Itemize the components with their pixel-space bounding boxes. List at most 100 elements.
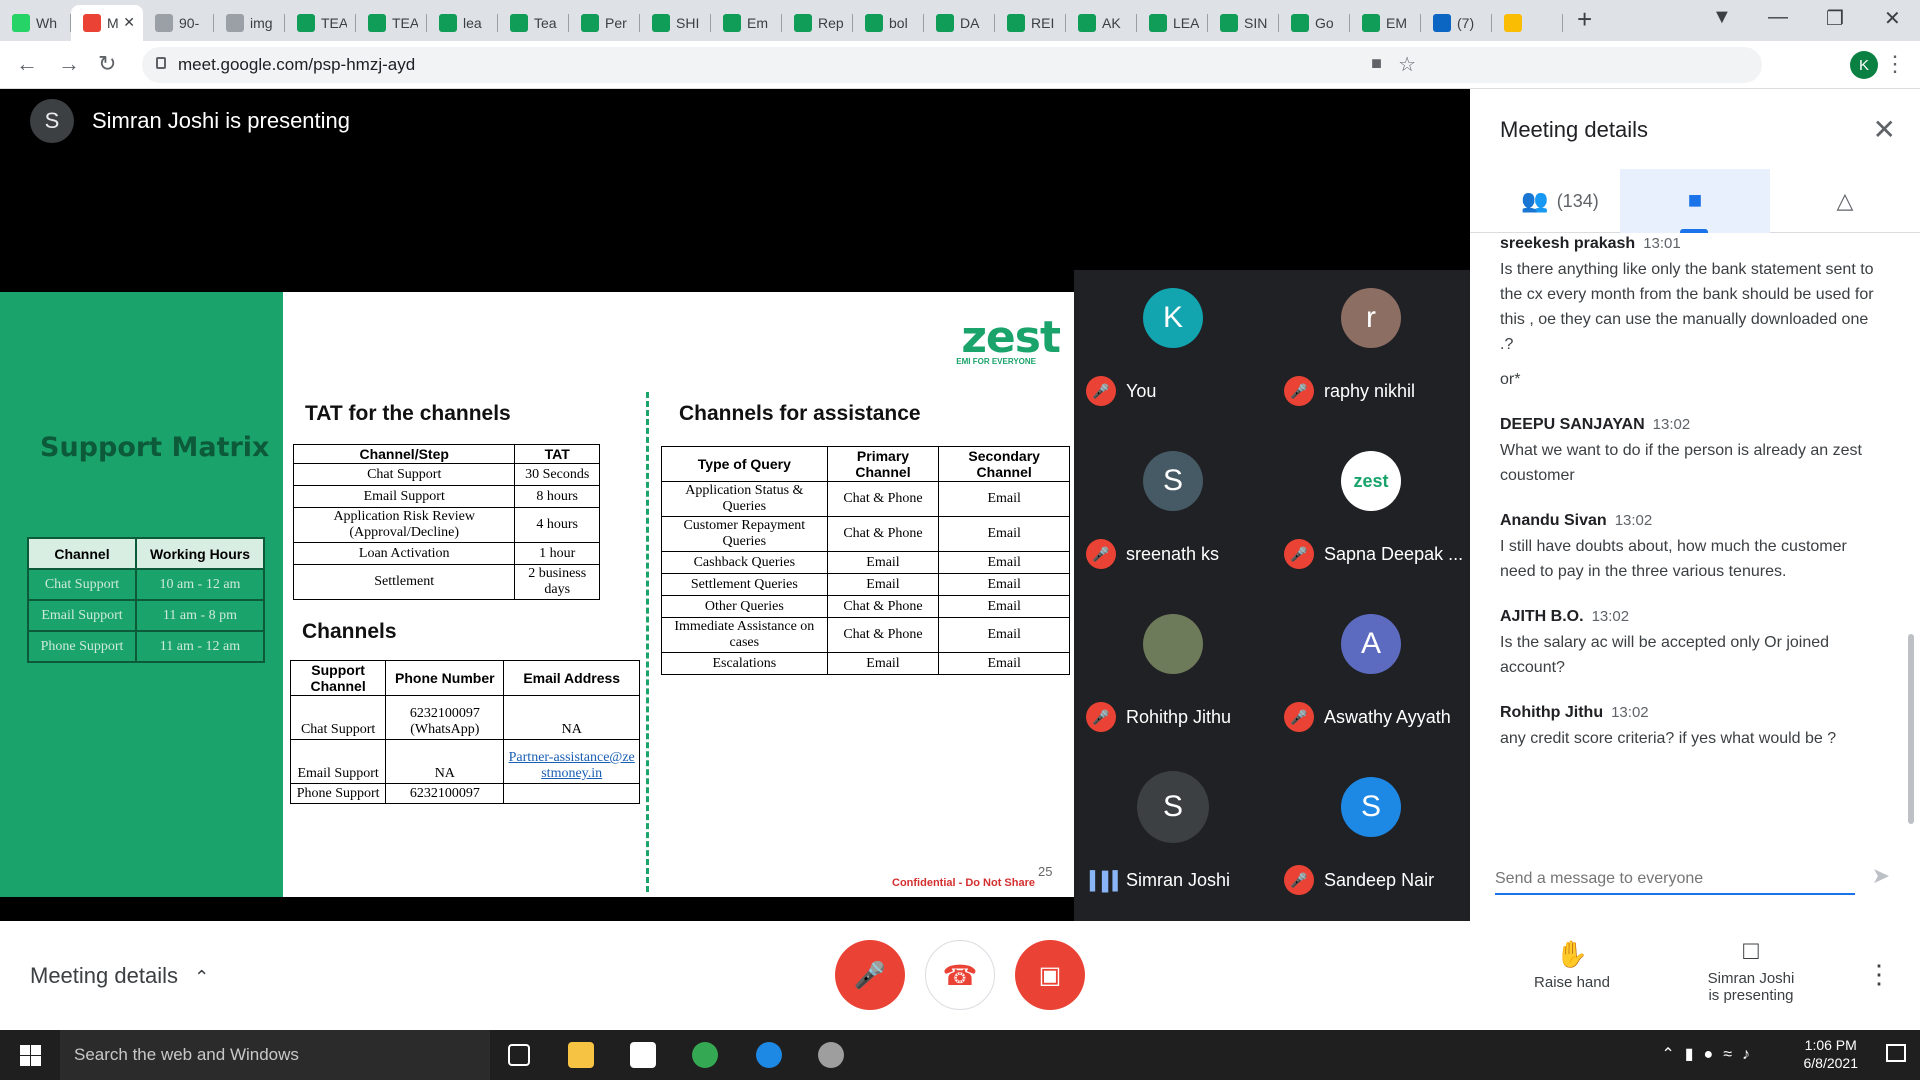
chat-author: Anandu Sivan xyxy=(1500,512,1607,529)
browser-tab[interactable]: lea xyxy=(427,5,498,41)
table-cell: Chat Support xyxy=(27,568,137,601)
participant-tile[interactable]: A 🎤 Aswathy Ayyath xyxy=(1272,596,1470,759)
participant-tile[interactable]: S 🎤 Sandeep Nair xyxy=(1272,759,1470,922)
participant-name: Simran Joshi xyxy=(1126,870,1231,890)
browser-tab[interactable]: (7) xyxy=(1421,5,1492,41)
browser-tab[interactable]: Go xyxy=(1279,5,1350,41)
browser-tab[interactable]: REI xyxy=(995,5,1066,41)
zest-logo-word: zest xyxy=(961,312,1061,363)
profile-avatar[interactable]: K xyxy=(1850,51,1878,79)
table-cell: 2 business days xyxy=(514,564,600,600)
tab-favicon-icon xyxy=(83,14,101,32)
raise-hand-button[interactable]: ✋ Raise hand xyxy=(1512,939,1632,991)
more-options-icon[interactable]: ⋮ xyxy=(1866,959,1892,990)
snipping-tool-icon[interactable] xyxy=(818,1042,844,1068)
tab-label: Rep xyxy=(818,15,844,31)
close-panel-icon[interactable]: ✕ xyxy=(1873,113,1896,146)
taskbar-search[interactable]: Search the web and Windows xyxy=(60,1030,490,1080)
task-view-icon[interactable] xyxy=(508,1044,530,1066)
table-cell: 1 hour xyxy=(514,542,600,565)
participant-tile[interactable]: S 🎤 sreenath ks xyxy=(1074,433,1272,596)
browser-tab[interactable]: 90- xyxy=(143,5,214,41)
tab-search-icon[interactable]: ▼ xyxy=(1712,6,1732,29)
participant-tile[interactable]: r 🎤 raphy nikhil xyxy=(1272,270,1470,433)
participant-tile[interactable]: S ▍▌▍ Simran Joshi xyxy=(1074,759,1272,922)
participant-tile[interactable]: K 🎤 You xyxy=(1074,270,1272,433)
bookmark-star-icon[interactable]: ☆ xyxy=(1398,52,1416,77)
send-icon[interactable]: ➤ xyxy=(1872,863,1890,889)
chat-text: I still have doubts about, how much the … xyxy=(1500,538,1847,580)
chat-text: or* xyxy=(1500,371,1521,388)
participant-tile[interactable]: zest 🎤 Sapna Deepak ... xyxy=(1272,433,1470,596)
browser-tab[interactable]: SHI xyxy=(640,5,711,41)
browser-tab[interactable]: Rep xyxy=(782,5,853,41)
browser-tab[interactable]: SIN xyxy=(1208,5,1279,41)
edge-icon[interactable] xyxy=(756,1042,782,1068)
camera-icon[interactable]: ■ xyxy=(1371,53,1382,74)
assistance-row: Escalations Email Email xyxy=(661,652,1070,675)
browser-tab[interactable]: TEA xyxy=(285,5,356,41)
chat-message: Anandu Sivan 13:02 I still have doubts abo… xyxy=(1500,512,1885,584)
chat-scrollbar[interactable] xyxy=(1908,634,1914,824)
maximize-icon[interactable]: ❐ xyxy=(1826,6,1844,31)
microphone-toggle-button[interactable]: 🎤 xyxy=(835,940,905,1010)
start-button[interactable] xyxy=(0,1030,60,1080)
browser-tab[interactable]: M ✕ xyxy=(71,5,143,41)
activities-icon: △ xyxy=(1836,188,1854,213)
zest-logo-tagline: EMI FOR EVERYONE xyxy=(956,357,1036,366)
tab-activities[interactable]: △ xyxy=(1770,169,1920,233)
browser-tab[interactable]: Wh xyxy=(0,5,71,41)
table-cell: Email xyxy=(938,617,1070,653)
tab-chat[interactable]: ■ xyxy=(1620,169,1770,233)
table-cell: Application Status & Queries xyxy=(661,481,828,517)
browser-tab[interactable]: Tea xyxy=(498,5,569,41)
browser-tab[interactable]: TEA xyxy=(356,5,427,41)
browser-tab[interactable]: AK xyxy=(1066,5,1137,41)
back-icon[interactable]: ← xyxy=(16,51,38,77)
chrome-icon[interactable] xyxy=(692,1042,718,1068)
browser-tab[interactable]: EM xyxy=(1350,5,1421,41)
browser-tab[interactable]: Per xyxy=(569,5,640,41)
participant-tile[interactable]: 🎤 Rohithp Jithu xyxy=(1074,596,1272,759)
presenting-button[interactable]: □ Simran Joshi is presenting xyxy=(1691,935,1811,1004)
store-icon[interactable] xyxy=(630,1042,656,1068)
notifications-icon[interactable] xyxy=(1886,1044,1906,1062)
new-tab-button[interactable]: + xyxy=(1577,4,1592,35)
tab-people[interactable]: 👥 (134) xyxy=(1500,169,1620,233)
browser-tab[interactable]: bol xyxy=(853,5,924,41)
browser-menu-icon[interactable]: ⋮ xyxy=(1884,51,1906,77)
chat-message-input[interactable] xyxy=(1495,865,1855,895)
browser-tab[interactable] xyxy=(1492,5,1563,41)
chat-text: any credit score criteria? if yes what w… xyxy=(1500,730,1837,747)
chat-author-line: AJITH B.O. 13:02 xyxy=(1500,608,1885,626)
url-input[interactable]: meet.google.com/psp-hmzj-ayd ■ ☆ xyxy=(142,47,1762,83)
browser-tab[interactable]: DA xyxy=(924,5,995,41)
minimize-icon[interactable]: — xyxy=(1768,6,1788,29)
system-tray[interactable]: ⌃▮●≈♪ xyxy=(1661,1044,1760,1064)
slide-green-panel: Support Matrix Channel Working Hours Chat… xyxy=(0,292,283,897)
forward-icon[interactable]: → xyxy=(58,51,80,77)
table-header-cell: Primary Channel xyxy=(826,446,940,482)
browser-tab[interactable]: LEA xyxy=(1137,5,1208,41)
browser-tab[interactable]: img xyxy=(214,5,285,41)
table-cell: Email xyxy=(826,551,940,574)
table-cell: Email Support xyxy=(292,485,516,508)
participant-name: Rohithp Jithu xyxy=(1126,707,1232,727)
taskbar-clock[interactable]: 1:06 PM 6/8/2021 xyxy=(1804,1036,1859,1072)
table-header-cell: Email Address xyxy=(503,660,640,696)
email-link[interactable]: Partner-assistance@zestmoney.in xyxy=(503,739,640,784)
url-text: meet.google.com/psp-hmzj-ayd xyxy=(178,55,416,74)
speaking-indicator-icon: ▍▌▍ xyxy=(1090,871,1126,891)
chat-author-line: DEEPU SANJAYAN 13:02 xyxy=(1500,416,1885,434)
close-window-icon[interactable]: ✕ xyxy=(1884,6,1901,31)
browser-tab[interactable]: Em xyxy=(711,5,782,41)
camera-toggle-button[interactable]: ▣ xyxy=(1015,940,1085,1010)
reload-icon[interactable]: ↻ xyxy=(98,51,116,77)
participant-avatar: S xyxy=(1143,451,1203,511)
tab-favicon-icon xyxy=(1149,14,1167,32)
leave-call-button[interactable]: ☎ xyxy=(925,940,995,1010)
tab-close-icon[interactable]: ✕ xyxy=(123,14,135,31)
file-explorer-icon[interactable] xyxy=(568,1042,594,1068)
meeting-details-button[interactable]: Meeting details ⌃ xyxy=(30,963,209,989)
address-bar: ← → ↻ meet.google.com/psp-hmzj-ayd ■ ☆ K… xyxy=(0,41,1920,89)
